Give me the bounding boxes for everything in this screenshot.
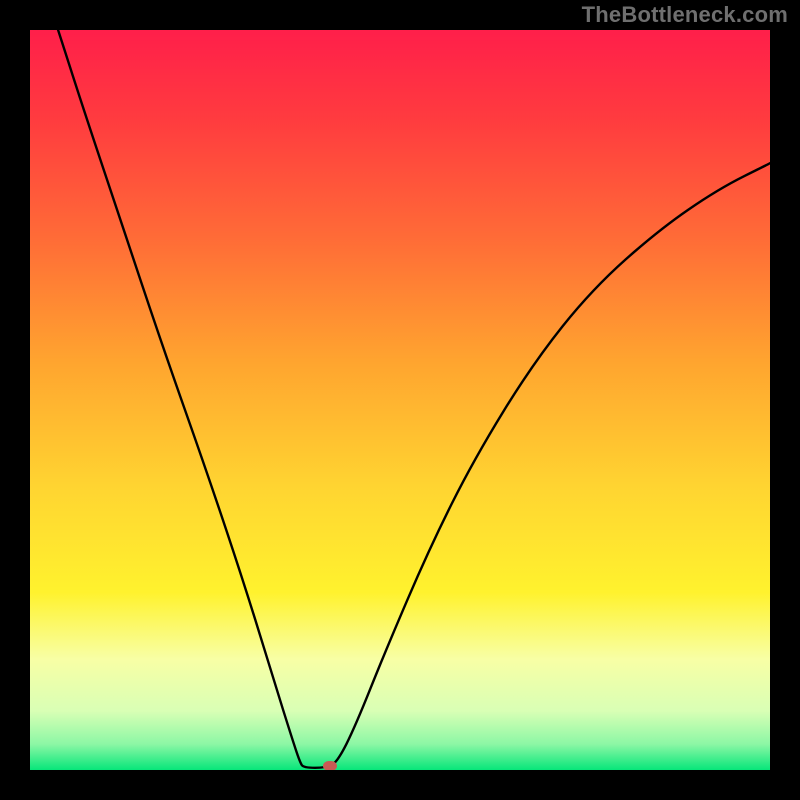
bottleneck-curve: [30, 30, 770, 770]
optimal-point-marker: [323, 761, 337, 770]
watermark-text: TheBottleneck.com: [582, 2, 788, 28]
chart-frame: TheBottleneck.com: [0, 0, 800, 800]
plot-area: [30, 30, 770, 770]
